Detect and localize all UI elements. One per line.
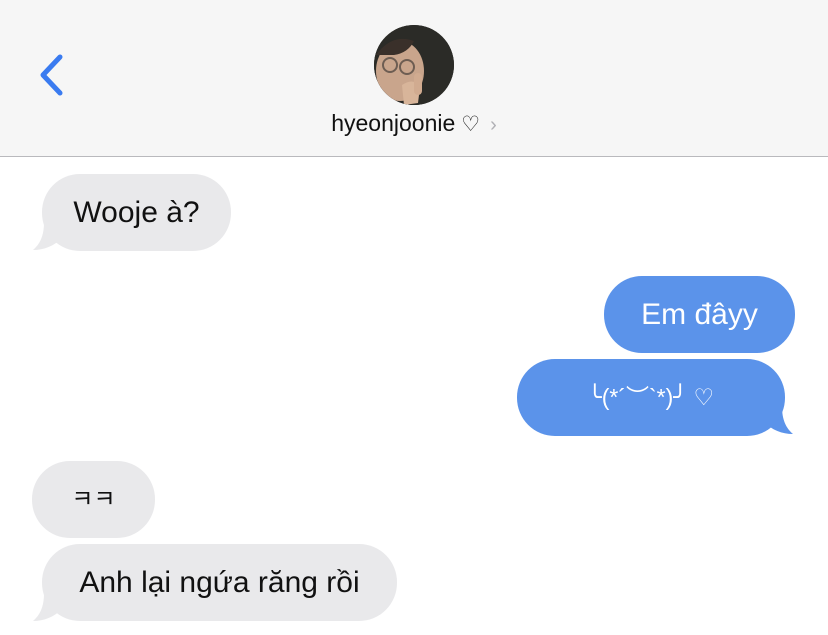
chevron-left-icon — [40, 54, 63, 96]
contact-avatar[interactable] — [374, 25, 454, 105]
back-button[interactable] — [34, 52, 68, 98]
chevron-right-icon: › — [490, 114, 497, 136]
message-bubble-outgoing[interactable]: Em đâyy — [604, 276, 795, 353]
conversation-header: hyeonjoonie ♡ › — [0, 0, 828, 157]
message-text: Anh lại ngứa răng rồi — [79, 565, 360, 599]
message-bubble-incoming[interactable]: Anh lại ngứa răng rồi — [42, 544, 397, 621]
message-text: Em đâyy — [641, 297, 758, 331]
contact-name-button[interactable]: hyeonjoonie ♡ › — [0, 110, 828, 137]
contact-name: hyeonjoonie — [331, 110, 456, 136]
message-bubble-outgoing[interactable]: ╰(*´︶`*)╯ ♡ — [517, 359, 785, 436]
heart-icon: ♡ — [461, 113, 481, 136]
avatar-photo — [374, 25, 454, 105]
message-bubble-incoming[interactable]: Wooje à? — [42, 174, 231, 251]
message-text: Wooje à? — [73, 195, 200, 229]
message-text: ㅋㅋ — [71, 485, 116, 513]
message-text: ╰(*´︶`*)╯ ♡ — [587, 384, 715, 410]
message-bubble-incoming[interactable]: ㅋㅋ — [32, 461, 155, 538]
